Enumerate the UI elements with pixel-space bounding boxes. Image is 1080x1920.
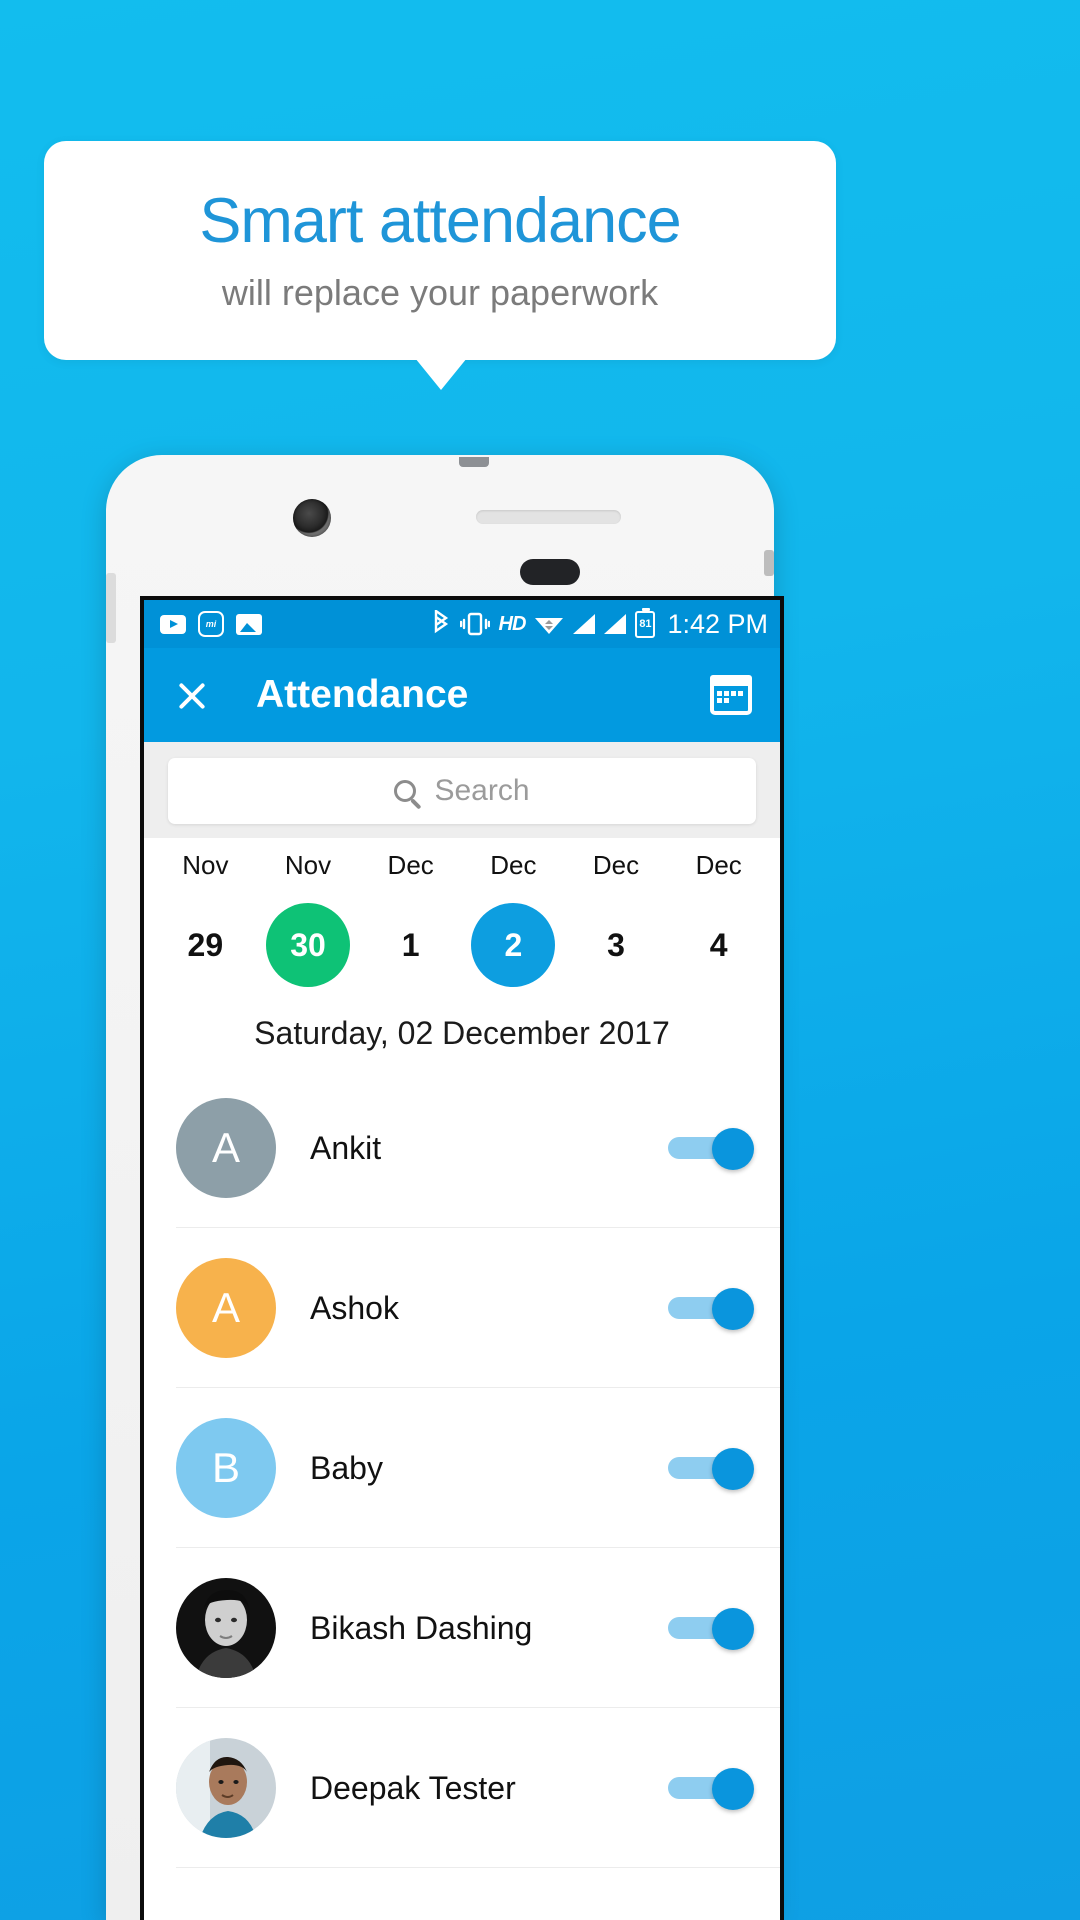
list-item[interactable]: A Ankit — [144, 1068, 780, 1228]
phone-side-button-left[interactable] — [106, 573, 116, 643]
avatar: A — [176, 1098, 276, 1198]
attendance-toggle[interactable] — [668, 1288, 754, 1330]
date-day[interactable]: 29 — [163, 903, 247, 987]
home-button[interactable] — [520, 559, 580, 585]
status-bar-system-icons: HD 81 1:42 PM — [431, 607, 768, 640]
person-name: Bikash Dashing — [310, 1609, 533, 1646]
list-item[interactable]: Bikash Dashing — [144, 1548, 780, 1708]
date-month: Dec — [695, 850, 742, 880]
promo-title: Smart attendance — [199, 186, 681, 256]
person-photo — [176, 1738, 276, 1838]
phone-screen: mi HD 81 1:42 PM Attendance Search Nov 2… — [140, 596, 784, 1920]
promo-bubble-tail — [415, 358, 467, 390]
date-month: Dec — [592, 850, 640, 880]
person-name: Deepak Tester — [310, 1769, 516, 1806]
person-photo — [176, 1578, 276, 1678]
phone-side-button-right-top[interactable] — [764, 550, 774, 576]
phone-top-notch — [459, 457, 489, 467]
date-month: Dec — [387, 850, 434, 880]
status-bar: mi HD 81 1:42 PM — [144, 600, 780, 648]
date-day-today[interactable]: 30 — [266, 903, 350, 987]
attendance-toggle[interactable] — [668, 1128, 754, 1170]
hd-icon: HD — [498, 612, 527, 635]
avatar: B — [176, 1418, 276, 1518]
battery-icon: 81 — [635, 607, 656, 638]
promo-subtitle: will replace your paperwork — [221, 272, 659, 313]
date-day[interactable]: 4 — [677, 903, 761, 987]
attendance-toggle[interactable] — [668, 1608, 754, 1650]
wifi-icon — [534, 612, 564, 636]
date-cell[interactable]: Dec 2 — [462, 850, 565, 987]
attendance-list: A Ankit A Ashok B Baby Bikash Dashing De… — [144, 1068, 780, 1868]
search-icon — [394, 780, 417, 802]
status-bar-clock: 1:42 PM — [667, 608, 768, 639]
youtube-icon — [160, 614, 186, 634]
search-input[interactable]: Search — [168, 758, 756, 824]
list-item[interactable]: A Ashok — [144, 1228, 780, 1388]
list-item[interactable]: B Baby — [144, 1388, 780, 1548]
date-cell[interactable]: Dec 3 — [565, 850, 668, 987]
date-day[interactable]: 1 — [369, 903, 453, 987]
date-month: Nov — [182, 850, 229, 880]
date-strip[interactable]: Nov 29 Nov 30 Dec 1 Dec 2 Dec 3 Dec 4 — [144, 838, 780, 991]
date-day-selected[interactable]: 2 — [471, 903, 556, 987]
promo-banner: Smart attendance will replace your paper… — [44, 141, 836, 360]
vibrate-icon — [459, 611, 490, 637]
status-bar-notifications: mi — [160, 611, 262, 637]
phone-body: mi HD 81 1:42 PM Attendance Search Nov 2… — [106, 455, 784, 1920]
avatar: A — [176, 1258, 276, 1358]
earpiece-speaker — [476, 510, 621, 524]
date-cell[interactable]: Nov 29 — [154, 850, 257, 987]
date-cell[interactable]: Dec 4 — [667, 850, 770, 987]
mi-cloud-icon: mi — [198, 611, 224, 637]
date-cell[interactable]: Dec 1 — [359, 850, 462, 987]
app-bar: Attendance — [144, 648, 780, 742]
bluetooth-icon — [431, 610, 451, 638]
selected-date-label: Saturday, 02 December 2017 — [144, 991, 780, 1068]
attendance-toggle[interactable] — [668, 1768, 754, 1810]
calendar-icon[interactable] — [710, 675, 752, 715]
signal-icon — [604, 614, 627, 634]
attendance-toggle[interactable] — [668, 1448, 754, 1490]
phone-mockup: mi HD 81 1:42 PM Attendance Search Nov 2… — [84, 455, 796, 1920]
date-cell[interactable]: Nov 30 — [257, 850, 360, 987]
date-month: Dec — [490, 850, 537, 880]
page-title: Attendance — [256, 673, 469, 716]
date-day[interactable]: 3 — [574, 903, 658, 987]
date-month: Nov — [284, 850, 332, 880]
front-camera-icon — [293, 499, 331, 537]
search-bar-container: Search — [144, 742, 780, 838]
signal-icon — [573, 614, 596, 634]
avatar — [176, 1578, 276, 1678]
person-name: Ashok — [310, 1289, 399, 1326]
person-name: Ankit — [310, 1129, 382, 1166]
person-name: Baby — [310, 1449, 383, 1486]
gallery-icon — [236, 613, 262, 635]
search-placeholder: Search — [434, 774, 530, 807]
close-icon[interactable] — [172, 675, 212, 715]
avatar — [176, 1738, 276, 1838]
list-item[interactable]: Deepak Tester — [144, 1708, 780, 1868]
